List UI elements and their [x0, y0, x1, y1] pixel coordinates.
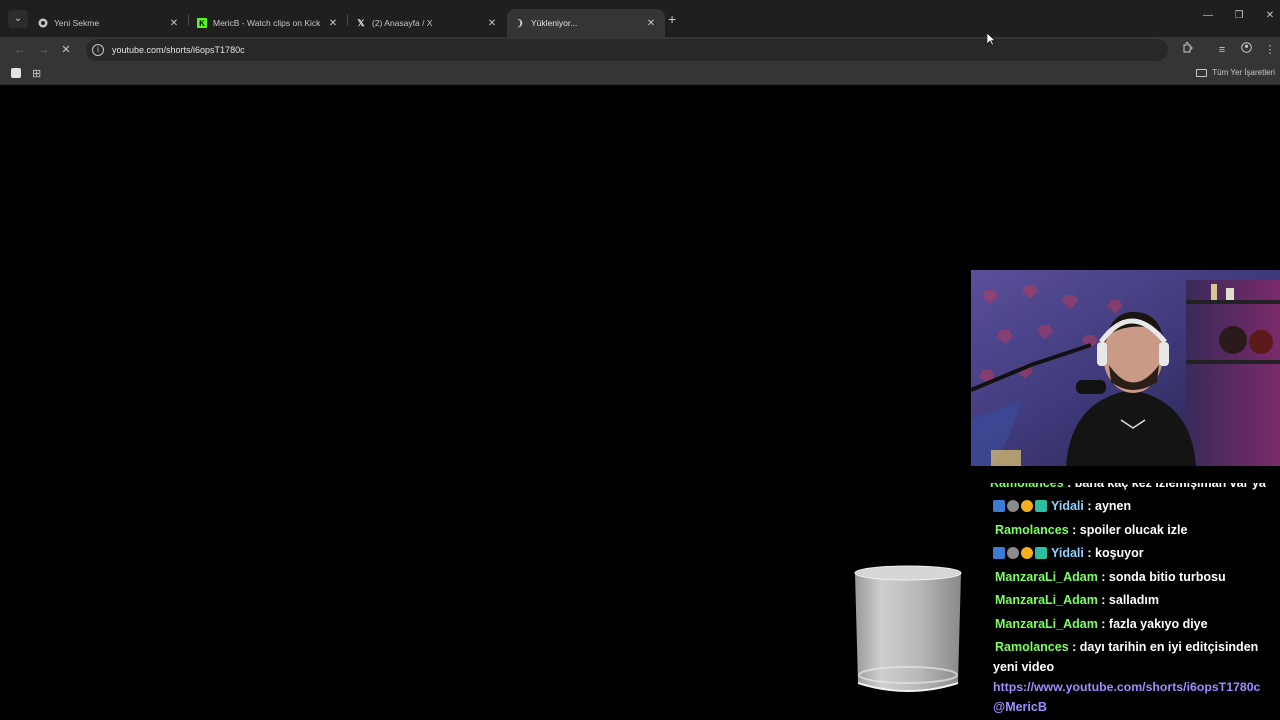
- bookmark-app-icon[interactable]: [11, 68, 21, 78]
- bookmarks-bar: ⊞ Tüm Yer İşaretleri: [0, 63, 1280, 85]
- close-tab-icon[interactable]: ✕: [486, 18, 498, 29]
- back-arrow-icon[interactable]: ←: [12, 42, 28, 58]
- url-text: youtube.com/shorts/i6opsT1780c: [112, 45, 245, 55]
- badge-icon: [1035, 547, 1047, 559]
- close-tab-icon[interactable]: ✕: [168, 18, 180, 29]
- badge-icon: [993, 547, 1005, 559]
- webcam-overlay: [971, 270, 1280, 466]
- chat-mention: @MericB: [993, 700, 1047, 714]
- chat-text: : salladım: [1097, 593, 1159, 607]
- badge-icon: [1007, 500, 1019, 512]
- chat-continuation: yeni video: [993, 660, 1055, 674]
- chrome-icon: [38, 18, 48, 28]
- browser-toolbar: ← → ✕ i youtube.com/shorts/i6opsT1780c ≡…: [0, 37, 1280, 63]
- chat-message: Ramolances : spoiler olucak izle: [995, 523, 1187, 537]
- tab-title: (2) Anasayfa / X: [372, 18, 433, 28]
- tab-title: Yeni Sekme: [54, 18, 100, 28]
- chat-text: : sonda bitio turbosu: [1097, 570, 1226, 584]
- site-info-icon[interactable]: i: [92, 44, 104, 56]
- chat-badges: [993, 500, 1047, 512]
- chat-username: ManzaraLi_Adam: [995, 617, 1098, 631]
- chat-username: Ramolances: [995, 523, 1069, 537]
- forward-arrow-icon[interactable]: →: [36, 42, 52, 58]
- tab-search-button[interactable]: ⌄: [8, 10, 28, 28]
- tab-loading[interactable]: ❩ Yükleniyor... ✕: [507, 9, 665, 37]
- chat-message: Yidali : koşuyor: [993, 546, 1144, 560]
- all-bookmarks-label: Tüm Yer İşaretleri: [1212, 68, 1275, 77]
- extensions-icon[interactable]: [1179, 42, 1195, 58]
- badge-icon: [1035, 500, 1047, 512]
- chat-message: Ramolances : dayı tarihin en iyi editçis…: [995, 640, 1258, 654]
- chat-username: Ramolances: [995, 640, 1069, 654]
- streamer-webcam-image: [971, 270, 1280, 466]
- chat-text: : dayı tarihin en iyi editçisinden: [1068, 640, 1259, 654]
- chat-message: ManzaraLi_Adam : fazla yakıyo diye: [995, 617, 1208, 631]
- window-close-icon[interactable]: ✕: [1262, 10, 1278, 21]
- badge-icon: [1021, 500, 1033, 512]
- media-controls-icon[interactable]: ≡: [1214, 42, 1230, 58]
- address-bar[interactable]: i youtube.com/shorts/i6opsT1780c: [86, 39, 1168, 61]
- tab-kick[interactable]: K MericB - Watch clips on Kick ✕: [189, 9, 347, 37]
- chat-message: Yidali : aynen: [993, 499, 1131, 513]
- chat-text: : koşuyor: [1083, 546, 1144, 560]
- badge-icon: [1007, 547, 1019, 559]
- close-tab-icon[interactable]: ✕: [645, 18, 657, 29]
- tab-yeni-sekme[interactable]: Yeni Sekme ✕: [30, 9, 188, 37]
- chat-text: : fazla yakıyo diye: [1097, 617, 1208, 631]
- chat-text: : aynen: [1083, 499, 1132, 513]
- tab-strip: ⌄ Yeni Sekme ✕ K MericB - Watch clips on…: [0, 0, 1280, 37]
- close-tab-icon[interactable]: ✕: [327, 18, 339, 29]
- menu-kebab-icon[interactable]: ⋮: [1262, 42, 1278, 58]
- glass-cup-image: [854, 565, 962, 692]
- all-bookmarks-button[interactable]: Tüm Yer İşaretleri: [1196, 68, 1275, 77]
- new-tab-plus-icon[interactable]: +: [668, 11, 676, 27]
- badge-icon: [1021, 547, 1033, 559]
- profile-icon[interactable]: [1238, 42, 1254, 58]
- chat-username: Yidali: [1051, 546, 1084, 560]
- restore-icon[interactable]: ❐: [1231, 10, 1247, 21]
- mouse-cursor-icon: [987, 33, 996, 46]
- kick-icon: K: [197, 18, 207, 28]
- x-icon: 𝕏: [357, 17, 365, 28]
- chat-badges: [993, 547, 1047, 559]
- chat-message: ManzaraLi_Adam : salladım: [995, 593, 1159, 607]
- tab-x[interactable]: 𝕏 (2) Anasayfa / X ✕: [348, 9, 506, 37]
- chat-text: : spoiler olucak izle: [1068, 523, 1188, 537]
- chat-username: Yidali: [1051, 499, 1084, 513]
- stop-loading-icon[interactable]: ✕: [58, 42, 74, 58]
- apps-grid-icon[interactable]: ⊞: [32, 67, 41, 80]
- loading-icon: ❩: [516, 17, 524, 28]
- chat-username: ManzaraLi_Adam: [995, 593, 1098, 607]
- folder-icon: [1196, 68, 1208, 77]
- tab-title: MericB - Watch clips on Kick: [213, 18, 321, 28]
- tab-title: Yükleniyor...: [531, 18, 578, 28]
- chat-message: ManzaraLi_Adam : sonda bitio turbosu: [995, 570, 1226, 584]
- minimize-icon[interactable]: —: [1200, 10, 1216, 21]
- chat-username: ManzaraLi_Adam: [995, 570, 1098, 584]
- chat-link[interactable]: https://www.youtube.com/shorts/i6opsT178…: [993, 680, 1260, 694]
- badge-icon: [993, 500, 1005, 512]
